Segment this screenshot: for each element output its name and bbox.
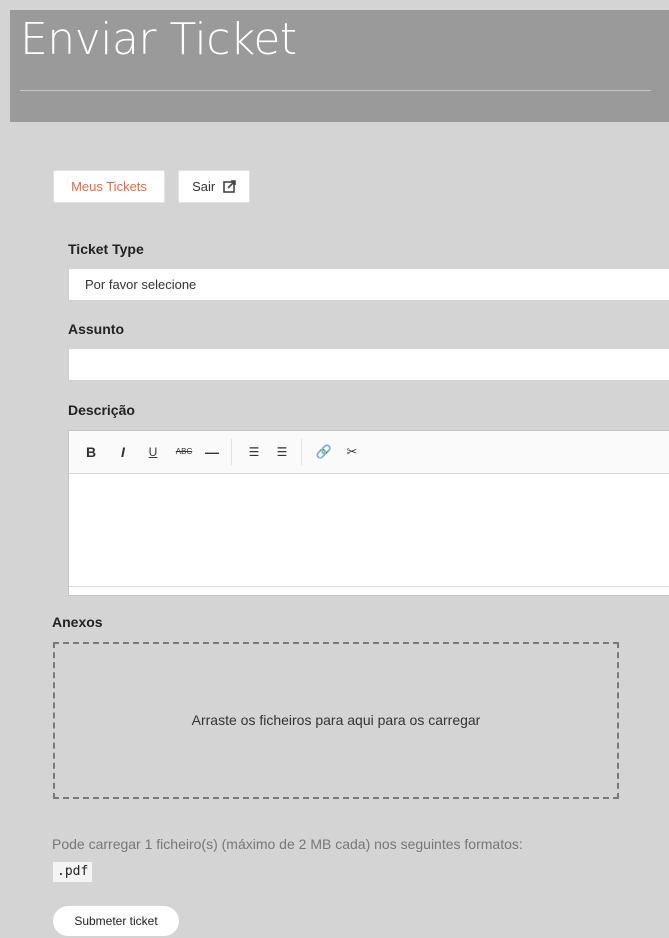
submit-ticket-button[interactable]: Submeter ticket bbox=[53, 906, 179, 936]
bullet-list-icon[interactable]: ☰ bbox=[245, 442, 263, 462]
unlink-icon[interactable]: ✂ bbox=[343, 442, 361, 462]
subject-label: Assunto bbox=[68, 321, 124, 337]
editor-toolbar: B I U ABC — ☰ ☰ 🔗 ✂ bbox=[69, 431, 669, 474]
numbered-list-icon[interactable]: ☰ bbox=[273, 442, 291, 462]
logout-label: Sair bbox=[192, 179, 216, 194]
horizontal-rule-icon[interactable]: — bbox=[203, 442, 221, 462]
external-link-icon bbox=[223, 180, 236, 193]
page-title: Enviar Ticket bbox=[20, 14, 297, 65]
toolbar-separator bbox=[301, 439, 302, 465]
bold-icon[interactable]: B bbox=[83, 442, 99, 462]
description-label: Descrição bbox=[68, 402, 135, 418]
file-dropzone[interactable]: Arraste os ficheiros para aqui para os c… bbox=[53, 642, 619, 799]
header-divider bbox=[20, 90, 651, 91]
underline-icon[interactable]: U bbox=[145, 442, 161, 462]
attachments-label: Anexos bbox=[52, 614, 103, 630]
italic-icon[interactable]: I bbox=[115, 442, 131, 462]
ticket-type-select[interactable]: Por favor selecione bbox=[68, 268, 669, 301]
ticket-type-label: Ticket Type bbox=[68, 241, 144, 257]
attachments-help-text: Pode carregar 1 ficheiro(s) (máximo de 2… bbox=[52, 836, 523, 852]
strikethrough-icon[interactable]: ABC bbox=[173, 442, 195, 462]
page: Enviar Ticket Meus Tickets Sair Ticket T… bbox=[10, 10, 669, 938]
my-tickets-button[interactable]: Meus Tickets bbox=[53, 170, 165, 203]
subject-input[interactable] bbox=[68, 348, 669, 381]
logout-button[interactable]: Sair bbox=[178, 170, 250, 203]
editor-resize-bar bbox=[69, 586, 669, 587]
link-icon[interactable]: 🔗 bbox=[315, 442, 333, 462]
description-editor[interactable]: B I U ABC — ☰ ☰ 🔗 ✂ bbox=[68, 430, 669, 596]
allowed-format: .pdf bbox=[53, 862, 93, 882]
toolbar-separator bbox=[231, 439, 232, 465]
page-header: Enviar Ticket bbox=[10, 10, 669, 122]
